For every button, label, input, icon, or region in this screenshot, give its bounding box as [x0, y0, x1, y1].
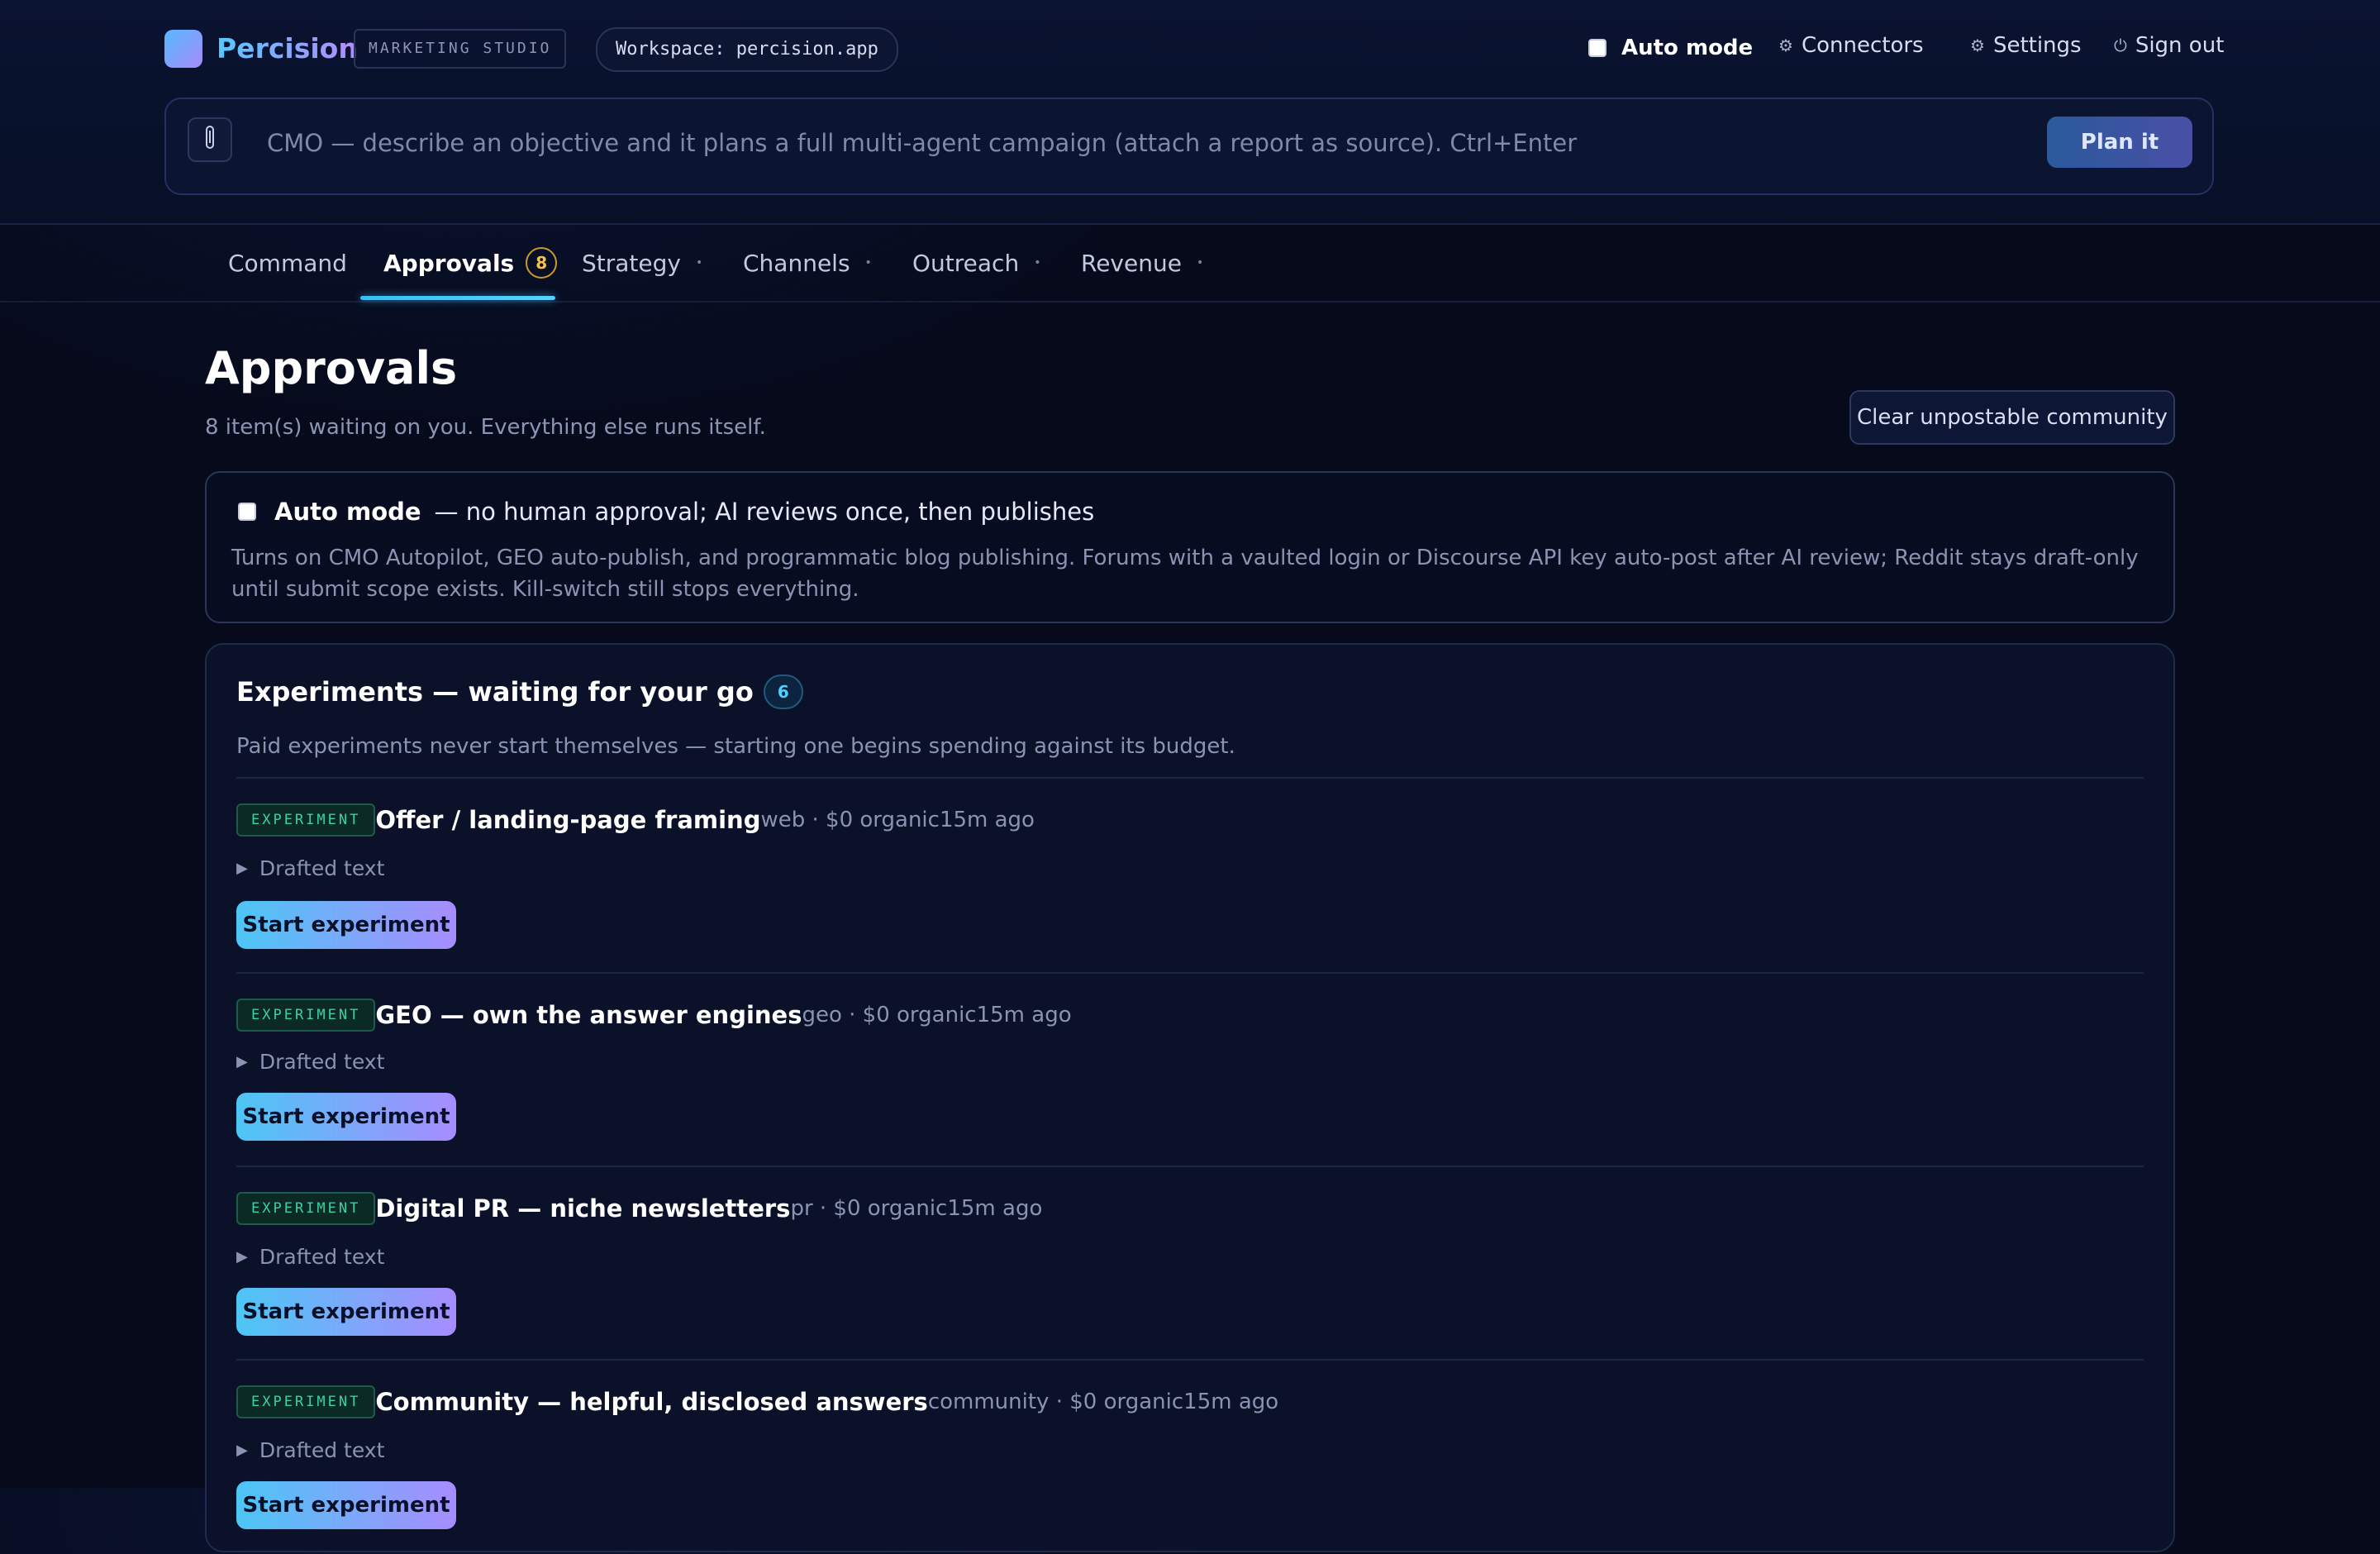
experiment-tag: EXPERIMENT — [236, 1192, 376, 1225]
drafted-text-label: Drafted text — [259, 856, 385, 880]
status-dot: • — [864, 256, 872, 269]
drafted-text-label: Drafted text — [259, 1438, 385, 1462]
triangle-right-icon: ▶ — [236, 1053, 248, 1070]
experiment-meta: pr · $0 organic15m ago — [790, 1196, 1043, 1221]
experiment-meta: web · $0 organic15m ago — [760, 808, 1035, 832]
connectors-link[interactable]: ⚙ Connectors — [1778, 33, 1924, 58]
tab-strategy[interactable]: Strategy • — [582, 225, 702, 301]
experiment-row: EXPERIMENT Digital PR — niche newsletter… — [236, 1192, 1042, 1225]
header-auto-mode-toggle[interactable]: Auto mode — [1588, 36, 1753, 60]
approvals-count-badge: 8 — [526, 247, 558, 279]
experiment-row: EXPERIMENT Offer / landing-page framing … — [236, 803, 1035, 837]
start-experiment-button[interactable]: Start experiment — [236, 1093, 456, 1141]
experiment-row: EXPERIMENT Community — helpful, disclose… — [236, 1385, 1278, 1418]
experiment-tag: EXPERIMENT — [236, 999, 376, 1032]
drafted-text-toggle[interactable]: ▶ Drafted text — [236, 1050, 384, 1074]
experiments-count-badge: 6 — [763, 675, 803, 709]
auto-mode-card: Auto mode — no human approval; AI review… — [205, 471, 2175, 623]
experiment-title: Offer / landing-page framing — [375, 806, 761, 834]
drafted-text-toggle[interactable]: ▶ Drafted text — [236, 1438, 384, 1462]
tab-bar: Command Approvals 8 Strategy • Channels … — [0, 225, 2380, 303]
experiment-title: GEO — own the answer engines — [375, 1001, 802, 1029]
drafted-text-label: Drafted text — [259, 1245, 385, 1269]
workspace-pill[interactable]: Workspace: percision.app — [596, 27, 898, 72]
tab-outreach[interactable]: Outreach • — [912, 225, 1040, 301]
tab-label: Channels — [743, 249, 850, 277]
auto-mode-description: Turns on CMO Autopilot, GEO auto-publish… — [231, 546, 2139, 602]
tab-label: Outreach — [912, 249, 1020, 277]
tab-approvals[interactable]: Approvals 8 — [383, 225, 558, 301]
gear-icon: ⚙ — [1778, 36, 1793, 55]
experiment-tag: EXPERIMENT — [236, 803, 376, 837]
tab-revenue[interactable]: Revenue • — [1081, 225, 1203, 301]
triangle-right-icon: ▶ — [236, 1442, 248, 1459]
connectors-label: Connectors — [1801, 33, 1924, 58]
auto-mode-card-checkbox[interactable] — [238, 503, 256, 521]
experiment-item: EXPERIMENT Community — helpful, disclose… — [236, 1359, 2144, 1554]
brand-name[interactable]: Percision — [217, 30, 358, 68]
brand-logo — [164, 30, 202, 68]
experiment-item: EXPERIMENT Digital PR — niche newsletter… — [236, 1166, 2144, 1361]
clear-unpostable-button[interactable]: Clear unpostable community — [1849, 390, 2175, 445]
sign-out-link[interactable]: ⏻ Sign out — [2114, 33, 2224, 58]
settings-link[interactable]: ⚙ Settings — [1970, 33, 2082, 58]
plan-it-button[interactable]: Plan it — [2047, 117, 2192, 168]
experiment-item: EXPERIMENT GEO — own the answer engines … — [236, 972, 2144, 1167]
drafted-text-label: Drafted text — [259, 1050, 385, 1074]
tab-command[interactable]: Command — [228, 225, 347, 301]
command-input[interactable]: CMO — describe an objective and it plans… — [267, 129, 1577, 157]
gear-icon: ⚙ — [1970, 36, 1985, 55]
drafted-text-toggle[interactable]: ▶ Drafted text — [236, 856, 384, 880]
auto-mode-card-title: Auto mode — [274, 498, 421, 526]
triangle-right-icon: ▶ — [236, 1248, 248, 1266]
auto-mode-row[interactable]: Auto mode — no human approval; AI review… — [238, 498, 1094, 526]
experiment-tag: EXPERIMENT — [236, 1385, 376, 1418]
status-dot: • — [1034, 256, 1041, 269]
tab-label: Approvals — [383, 249, 515, 277]
status-dot: • — [695, 256, 703, 269]
experiment-title: Community — helpful, disclosed answers — [375, 1388, 928, 1416]
settings-label: Settings — [1992, 33, 2082, 58]
studio-badge: MARKETING STUDIO — [354, 29, 567, 69]
top-header: Percision MARKETING STUDIO Workspace: pe… — [0, 0, 2380, 225]
sign-out-label: Sign out — [2135, 33, 2225, 58]
experiment-item: EXPERIMENT Offer / landing-page framing … — [236, 777, 2144, 972]
start-experiment-button[interactable]: Start experiment — [236, 1481, 456, 1529]
tab-label: Strategy — [582, 249, 681, 277]
experiments-header: Experiments — waiting for your go 6 — [236, 675, 803, 709]
auto-mode-checkbox[interactable] — [1588, 39, 1606, 57]
page-subtitle: 8 item(s) waiting on you. Everything els… — [205, 415, 766, 440]
paperclip-svg — [206, 125, 214, 149]
experiment-title: Digital PR — niche newsletters — [375, 1194, 791, 1223]
tab-channels[interactable]: Channels • — [743, 225, 872, 301]
power-icon: ⏻ — [2114, 36, 2127, 55]
drafted-text-toggle[interactable]: ▶ Drafted text — [236, 1245, 384, 1269]
start-experiment-button[interactable]: Start experiment — [236, 1288, 456, 1336]
tab-label: Revenue — [1081, 249, 1182, 277]
experiment-row: EXPERIMENT GEO — own the answer engines … — [236, 999, 1072, 1032]
tab-label: Command — [228, 249, 347, 277]
experiment-meta: community · $0 organic15m ago — [927, 1390, 1279, 1414]
active-tab-indicator — [360, 296, 555, 300]
page-title: Approvals — [205, 342, 458, 394]
paperclip-icon — [204, 125, 216, 155]
start-experiment-button[interactable]: Start experiment — [236, 901, 456, 949]
auto-mode-label: Auto mode — [1621, 36, 1754, 60]
status-dot: • — [1196, 256, 1204, 269]
experiments-title: Experiments — waiting for your go — [236, 676, 754, 708]
experiment-meta: geo · $0 organic15m ago — [802, 1003, 1072, 1027]
experiments-note: Paid experiments never start themselves … — [236, 734, 1235, 759]
command-bar: CMO — describe an objective and it plans… — [164, 98, 2214, 195]
triangle-right-icon: ▶ — [236, 860, 248, 877]
attach-button[interactable] — [188, 117, 232, 162]
experiments-card: Experiments — waiting for your go 6 Paid… — [205, 643, 2175, 1552]
auto-mode-card-caption: — no human approval; AI reviews once, th… — [434, 498, 1095, 526]
